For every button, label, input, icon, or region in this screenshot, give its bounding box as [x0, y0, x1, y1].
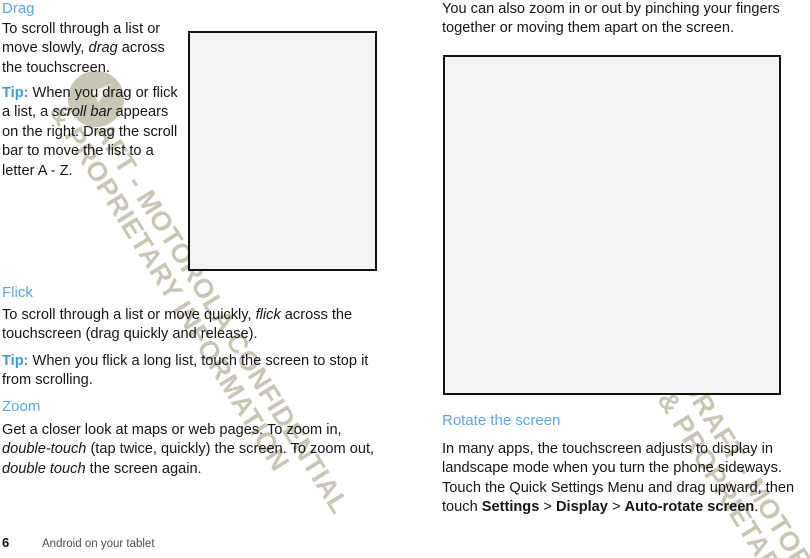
- rotate-p-end: .: [754, 499, 759, 516]
- zoom-p1-emphasis-1: double-touch: [2, 441, 87, 458]
- rotate-sep-1: >: [539, 499, 556, 516]
- rotate-menu-auto-rotate-screen: Auto-rotate screen: [624, 499, 755, 516]
- zoom-p1-part2: (tap twice, quickly) the screen. To zoom…: [86, 441, 375, 458]
- paragraph-flick-1: To scroll through a list or move quickly…: [2, 306, 380, 345]
- heading-drag: Drag: [2, 0, 35, 17]
- zoom-p1-emphasis-2: double touch: [2, 460, 86, 477]
- page-footer: 6 Android on your tablet: [2, 535, 155, 550]
- drag-p2-emphasis: scroll bar: [52, 104, 112, 121]
- zoom-p1-part3: the screen again.: [85, 460, 202, 477]
- zoom-p1-part1: Get a closer look at maps or web pages. …: [2, 422, 342, 438]
- paragraph-flick-tip: Tip: When you flick a long list, touch t…: [2, 352, 380, 391]
- paragraph-pinch: You can also zoom in or out by pinching …: [442, 1, 780, 37]
- flick-p2-text: When you flick a long list, touch the sc…: [2, 353, 369, 389]
- rotate-menu-display: Display: [555, 499, 608, 516]
- tip-label-drag: Tip:: [2, 85, 29, 101]
- heading-rotate-the-screen: Rotate the screen: [442, 412, 561, 429]
- flick-p1-emphasis: flick: [255, 307, 281, 323]
- flick-p1-text-before: To scroll through a list or move quickly…: [2, 307, 256, 323]
- heading-zoom: Zoom: [2, 398, 41, 415]
- heading-flick: Flick: [2, 284, 33, 301]
- page-content: Drag To scroll through a list or move sl…: [0, 0, 810, 558]
- manual-page: DRAFT - MOTOROLA CONFIDENTIAL & PROPRIET…: [0, 0, 810, 558]
- rotate-sep-2: >: [607, 499, 625, 516]
- drag-p1-emphasis: drag: [88, 40, 118, 57]
- paragraph-zoom-1: Get a closer look at maps or web pages. …: [2, 421, 380, 479]
- footer-section-title: Android on your tablet: [42, 538, 155, 550]
- page-number: 6: [2, 535, 10, 550]
- paragraph-drag-1: To scroll through a list or move slowly,…: [2, 20, 184, 78]
- rotate-menu-settings: Settings: [481, 499, 540, 516]
- paragraph-drag-tip: Tip: When you drag or flick a list, a sc…: [2, 84, 188, 181]
- paragraph-rotate: In many apps, the touchscreen adjusts to…: [442, 440, 810, 518]
- tip-label-flick: Tip:: [2, 353, 29, 369]
